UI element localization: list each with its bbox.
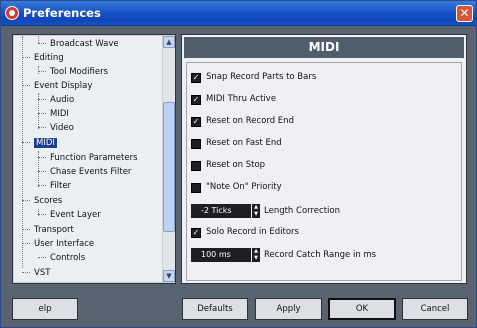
length-correction-stepper[interactable]: ▲ ▼ xyxy=(252,204,260,218)
stepper-up-icon[interactable]: ▲ xyxy=(252,204,260,211)
checkbox-reset-on-record-end[interactable]: ✓ xyxy=(191,117,201,127)
record-catch-stepper[interactable]: ▲ ▼ xyxy=(252,248,260,262)
scroll-up-button[interactable]: ▲ xyxy=(163,36,175,48)
preferences-tree-panel: Broadcast Wave Editing Tool Modifiers Ev… xyxy=(12,34,176,284)
tree-item-midi[interactable]: MIDI xyxy=(22,137,58,149)
app-icon xyxy=(5,6,19,20)
title-bar[interactable]: Preferences ✕ xyxy=(1,1,476,26)
close-icon: ✕ xyxy=(459,6,470,20)
help-button[interactable]: elp xyxy=(12,298,78,320)
tree-item-tool-modifiers[interactable]: Tool Modifiers xyxy=(38,66,108,78)
tree-item-audio[interactable]: Audio xyxy=(38,94,74,106)
length-correction-field[interactable]: -2 Ticks xyxy=(191,204,251,218)
ok-button[interactable]: OK xyxy=(328,298,396,320)
tree-item-user-interface[interactable]: User Interface xyxy=(22,238,94,250)
tree-item-event-display-midi[interactable]: MIDI xyxy=(38,108,69,120)
close-button[interactable]: ✕ xyxy=(456,5,473,22)
stepper-down-icon[interactable]: ▼ xyxy=(252,255,260,262)
chevron-up-icon: ▲ xyxy=(166,38,172,46)
tree-item-transport[interactable]: Transport xyxy=(22,224,74,236)
preferences-tree[interactable]: Broadcast Wave Editing Tool Modifiers Ev… xyxy=(14,36,162,282)
apply-button[interactable]: Apply xyxy=(255,298,322,320)
preferences-window: Preferences ✕ Broadcast Wave Editing Too… xyxy=(0,0,477,328)
tree-item-controls[interactable]: Controls xyxy=(38,252,85,264)
defaults-button[interactable]: Defaults xyxy=(182,298,248,320)
checkbox-midi-thru-active[interactable]: ✓ xyxy=(191,95,201,105)
tree-item-function-parameters[interactable]: Function Parameters xyxy=(38,152,138,164)
tree-scrollbar[interactable]: ▲ ▼ xyxy=(163,36,175,282)
cancel-button[interactable]: Cancel xyxy=(402,298,468,320)
window-title: Preferences xyxy=(23,6,101,20)
checkbox-note-on-priority[interactable] xyxy=(191,183,201,193)
checkbox-snap-record-parts[interactable]: ✓ xyxy=(191,73,201,83)
tree-item-chase-events-filter[interactable]: Chase Events Filter xyxy=(38,166,131,178)
tree-item-editing[interactable]: Editing xyxy=(22,52,64,64)
scroll-down-button[interactable]: ▼ xyxy=(163,270,175,282)
tree-item-broadcast-wave[interactable]: Broadcast Wave xyxy=(38,38,119,50)
midi-settings-panel: MIDI ✓ Snap Record Parts to Bars ✓ MIDI … xyxy=(181,34,467,284)
stepper-down-icon[interactable]: ▼ xyxy=(252,211,260,218)
tree-item-filter[interactable]: Filter xyxy=(38,180,71,192)
chevron-down-icon: ▼ xyxy=(166,272,172,280)
tree-item-event-display[interactable]: Event Display xyxy=(22,80,92,92)
tree-item-scores[interactable]: Scores xyxy=(22,195,62,207)
tree-item-event-layer[interactable]: Event Layer xyxy=(38,209,101,221)
scroll-thumb[interactable] xyxy=(163,102,175,232)
stepper-up-icon[interactable]: ▲ xyxy=(252,248,260,255)
tree-item-vst[interactable]: VST xyxy=(22,267,50,279)
midi-options-group: ✓ Snap Record Parts to Bars ✓ MIDI Thru … xyxy=(186,62,462,281)
panel-header: MIDI xyxy=(184,37,464,58)
checkbox-reset-on-stop[interactable] xyxy=(191,161,201,171)
record-catch-field[interactable]: 100 ms xyxy=(191,248,251,262)
checkbox-solo-record[interactable]: ✓ xyxy=(191,228,201,238)
checkbox-reset-on-fast-end[interactable] xyxy=(191,139,201,149)
tree-item-video[interactable]: Video xyxy=(38,122,74,134)
